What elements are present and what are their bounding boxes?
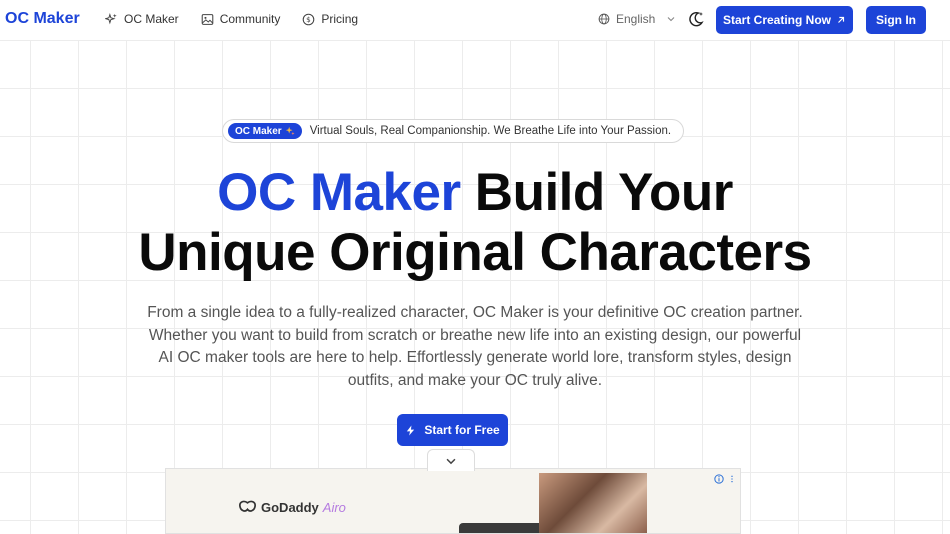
- page-title: OC Maker Build Your Unique Original Char…: [0, 163, 950, 283]
- ad-app-toolbar: [459, 523, 549, 533]
- announcement-pill: OC Maker Virtual Souls, Real Companionsh…: [222, 119, 684, 143]
- godaddy-logo-icon: [239, 500, 256, 512]
- ad-brand-name: GoDaddy: [261, 500, 319, 515]
- start-for-free-button[interactable]: Start for Free: [397, 414, 508, 446]
- start-creating-label: Start Creating Now: [722, 13, 831, 27]
- headline-line2: Unique Original Characters: [138, 223, 812, 282]
- start-creating-button[interactable]: Start Creating Now: [716, 6, 853, 34]
- nav-item-community[interactable]: Community: [201, 12, 281, 26]
- language-selector[interactable]: English: [598, 12, 677, 26]
- advertisement-banner[interactable]: GoDaddy Airo: [165, 468, 741, 534]
- svg-text:$: $: [307, 15, 312, 24]
- chevron-down-icon: [667, 17, 675, 22]
- site-logo[interactable]: OC Maker: [5, 10, 80, 28]
- image-icon: [201, 13, 213, 25]
- nav-item-label: OC Maker: [124, 12, 179, 26]
- collapse-ad-button[interactable]: [427, 449, 475, 471]
- sign-in-button[interactable]: Sign In: [866, 6, 926, 34]
- arrow-up-right-icon: [838, 16, 845, 23]
- globe-icon: [598, 13, 610, 25]
- nav-item-pricing[interactable]: $ Pricing: [302, 12, 358, 26]
- chevron-down-icon: [446, 458, 456, 464]
- moon-icon[interactable]: [686, 9, 706, 29]
- tagline: Virtual Souls, Real Companionship. We Br…: [309, 125, 672, 137]
- language-label: English: [616, 12, 656, 26]
- lightning-icon: [407, 424, 415, 436]
- ad-photo: [539, 473, 647, 533]
- ad-brand-logo: GoDaddy Airo: [238, 500, 346, 515]
- sparkles-icon: [285, 126, 295, 136]
- nav-item-label: Community: [219, 12, 281, 26]
- badge-label: OC Maker: [235, 125, 282, 137]
- badge: OC Maker: [228, 123, 302, 139]
- dollar-circle-icon: $: [303, 13, 315, 25]
- ad-brand-suffix: Airo: [322, 500, 346, 515]
- hero-description: From a single idea to a fully-realized c…: [147, 304, 803, 389]
- nav-item-label: Pricing: [321, 12, 359, 26]
- sparkles-icon: [105, 12, 117, 24]
- main-nav: OC Maker Community $ Pricing: [105, 12, 358, 26]
- nav-item-oc-maker[interactable]: OC Maker: [105, 12, 179, 26]
- headline-accent: OC Maker: [217, 163, 461, 222]
- ad-controls: [714, 474, 734, 484]
- start-for-free-label: Start for Free: [424, 423, 500, 437]
- more-options-icon[interactable]: [730, 474, 734, 484]
- info-icon[interactable]: [714, 474, 724, 484]
- top-navigation-bar: OC Maker OC Maker Community $ Pricing En…: [0, 0, 950, 40]
- headline-line1: Build Your: [460, 163, 734, 222]
